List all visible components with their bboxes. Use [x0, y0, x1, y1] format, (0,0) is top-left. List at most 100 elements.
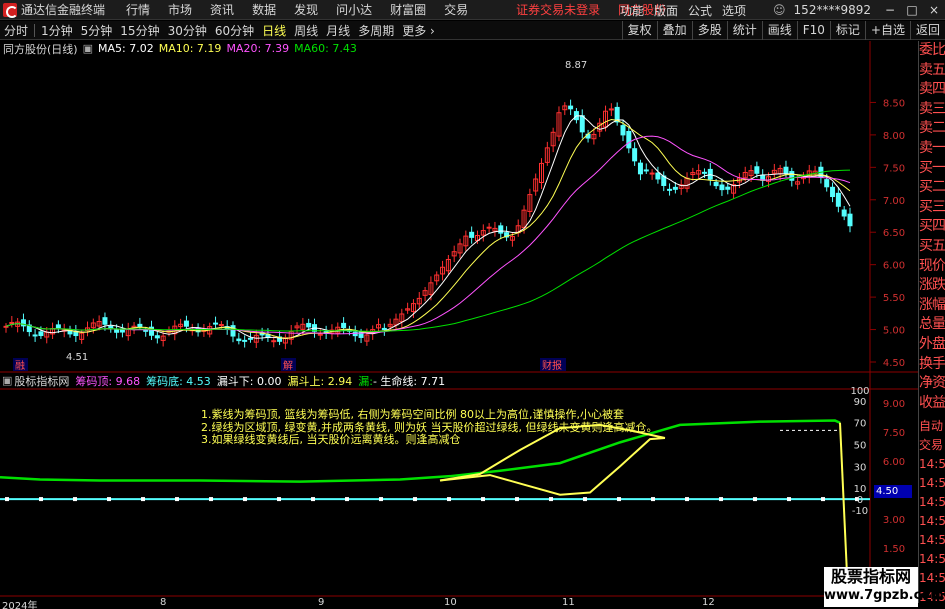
dropdown-icon[interactable]: ▣ — [83, 42, 93, 55]
price-tick: 4.50 — [883, 358, 905, 369]
candle-body — [672, 186, 678, 190]
indicator-menu-icon[interactable]: ▣ — [2, 374, 12, 387]
candle-body — [649, 172, 655, 175]
close-icon[interactable]: × — [923, 0, 945, 20]
zero-dot — [549, 497, 553, 502]
price-tick: 7.00 — [883, 196, 905, 207]
candle-body — [137, 323, 143, 328]
candle-body — [830, 186, 836, 198]
candle-body — [626, 131, 632, 149]
candle-body — [655, 172, 661, 180]
ma5-label: MA5: 7.02 — [98, 42, 154, 55]
candle-body — [643, 169, 649, 172]
candle-body — [247, 337, 253, 340]
price-badge: 4.50 — [874, 485, 912, 498]
indicator-price-tick: 9.00 — [883, 399, 905, 410]
side-label-12: 涨跌 — [919, 277, 945, 294]
indicator-name[interactable]: 股标指标网 — [14, 373, 69, 389]
side-time-8: 14:56 — [919, 571, 945, 586]
side-label-18: 收益 — [919, 394, 945, 411]
zero-dot — [5, 497, 9, 502]
side-time-1: 交易 — [919, 438, 944, 453]
event-marker[interactable]: 融 — [15, 360, 25, 372]
candle-body — [213, 322, 219, 325]
quote-side-panel: 委比 卖五 卖四 卖三 卖二 卖一 买一 买二 买三 买四 买五 现价 涨跌 涨幅 总量 外盘 换手 净资 收益 自… — [918, 41, 945, 604]
zero-dot — [379, 497, 383, 502]
candle-body — [719, 184, 725, 191]
candle-body — [218, 324, 224, 327]
candle-body — [32, 334, 38, 337]
indicator-info-bar: ▣ 股标指标网 筹码顶: 9.68 筹码底: 4.53 漏斗下: 0.00 漏斗… — [0, 373, 451, 388]
funnel-high-value: 漏斗上: 2.94 — [287, 374, 353, 388]
indicator-tick: 70 — [854, 419, 867, 430]
side-label-11: 现价 — [919, 257, 945, 274]
zero-dot — [73, 497, 77, 502]
stock-label[interactable]: 同方股份(日线) — [3, 41, 78, 57]
candle-body — [38, 331, 44, 337]
price-tick: 6.00 — [883, 261, 905, 272]
zero-dot — [515, 497, 519, 502]
price-tick: 7.50 — [883, 163, 905, 174]
note-line-3: 3.如果绿线变黄线后, 当天股价远离黄线。则逢高减仓 — [201, 433, 461, 446]
date-label-nov: 11 — [562, 597, 575, 608]
zero-dot — [345, 497, 349, 502]
ma10-line — [5, 118, 851, 339]
candle-body — [183, 320, 189, 327]
side-time-3: 14:56 — [919, 476, 945, 491]
candle-body — [154, 335, 160, 339]
event-marker[interactable]: 解 — [283, 359, 293, 372]
candle-body — [114, 329, 120, 333]
date-label-oct: 10 — [444, 597, 457, 608]
side-label-10: 买五 — [919, 237, 945, 254]
side-label-2: 卖四 — [919, 81, 945, 98]
candle-body — [271, 340, 277, 343]
indicator-tick: 30 — [854, 462, 867, 473]
indicator-tick: 10 — [854, 484, 867, 495]
candle-body — [381, 327, 387, 331]
side-label-14: 总量 — [919, 316, 945, 333]
candle-body — [667, 188, 673, 191]
price-tick: 8.50 — [883, 98, 905, 109]
zero-dot — [481, 497, 485, 502]
ma60-label: MA60: 7.43 — [294, 42, 357, 55]
zero-dot — [617, 497, 621, 502]
side-time-4: 14:56 — [919, 495, 945, 510]
indicator-price-tick: 7.50 — [883, 428, 905, 439]
side-label-17: 净资 — [919, 375, 945, 392]
zero-dot — [175, 497, 179, 502]
high-price-label: 8.87 — [565, 60, 587, 71]
indicator-tick: 90 — [854, 397, 867, 408]
candle-body — [498, 225, 504, 234]
ma20-label: MA20: 7.39 — [226, 42, 290, 55]
candle-body — [3, 325, 9, 328]
candle-body — [242, 339, 248, 342]
side-label-1: 卖五 — [919, 61, 945, 78]
lifeline-value: - 生命线: 7.71 — [372, 374, 446, 388]
date-label-aug: 8 — [160, 597, 167, 608]
watermark-line-1: 股票指标网 — [830, 567, 911, 586]
watermark: 股票指标网 www.7gpzb.com — [824, 567, 944, 607]
candle-body — [579, 115, 585, 133]
zero-dot — [413, 497, 417, 502]
kline-chart[interactable]: 8.87 4.51 融 解 财报 8.50 8.00 7.50 7.00 6.50 6.00 5.5… — [0, 0, 918, 609]
chip-top-value: 筹码顶: 9.68 — [75, 374, 141, 388]
side-label-15: 外盘 — [919, 335, 945, 352]
side-label-3: 卖三 — [919, 100, 945, 117]
price-tick: 6.50 — [883, 228, 905, 239]
side-label-9: 买四 — [919, 218, 945, 235]
side-time-2: 14:56 — [919, 457, 945, 472]
chip-bottom-value: 筹码底: 4.53 — [146, 374, 211, 388]
side-label-13: 涨幅 — [919, 296, 945, 313]
candle-body — [608, 108, 614, 111]
date-label-year: 2024年 — [2, 601, 38, 609]
indicator-tick: -10 — [852, 506, 868, 517]
chart-info-bar: 同方股份(日线) ▣ MA5: 7.02 MA10: 7.19 MA20: 7.… — [0, 41, 362, 56]
indicator-tick: 0 — [857, 495, 863, 506]
date-label-dec: 12 — [702, 597, 715, 608]
zero-dot — [243, 497, 247, 502]
zero-dot — [821, 497, 825, 502]
candle-body — [713, 181, 719, 187]
event-marker[interactable]: 财报 — [542, 359, 562, 372]
zero-dot — [753, 497, 757, 502]
leak-label: 漏: — [358, 374, 373, 388]
